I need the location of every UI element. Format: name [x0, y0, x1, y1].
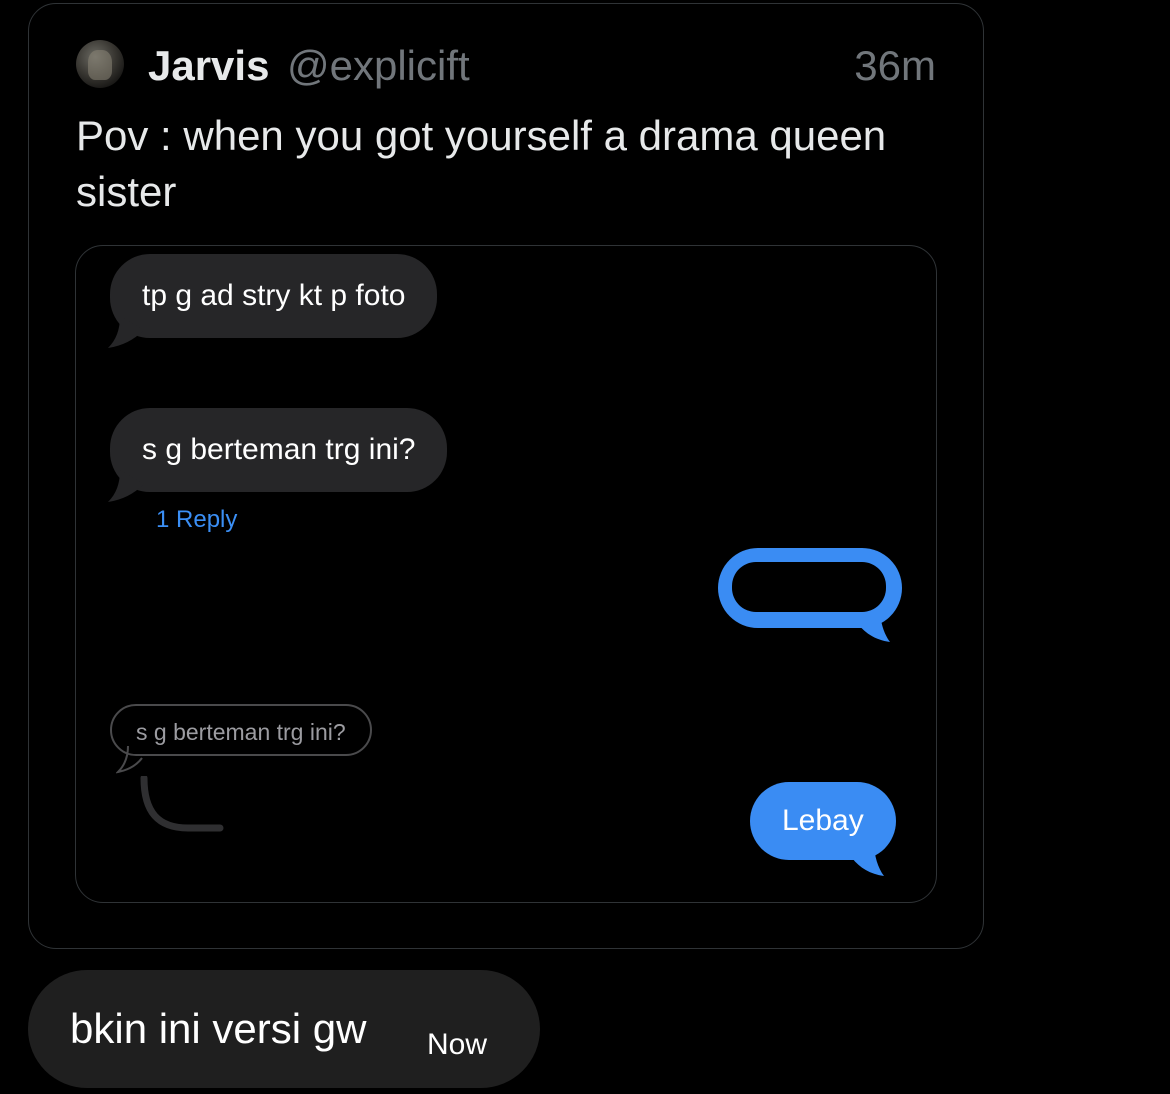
bubble-tail-outgoing: [858, 608, 890, 642]
tweet-media-image[interactable]: tp g ad stry kt p foto s g berteman trg …: [75, 245, 937, 903]
dm-message-time: Now: [427, 1028, 488, 1061]
quoted-tail: [116, 746, 143, 774]
tweet-timestamp: 36m: [854, 42, 936, 89]
tweet-text: Pov : when you got yourself a drama quee…: [76, 112, 887, 215]
message-text: s g berteman trg ini?: [142, 433, 416, 466]
author-handle[interactable]: @explicift: [287, 42, 470, 90]
reply-count-link[interactable]: 1 Reply: [156, 506, 237, 534]
author-name[interactable]: Jarvis: [148, 42, 269, 90]
message-text: tp g ad stry kt p foto: [142, 279, 406, 312]
redaction-mark: [732, 562, 886, 612]
quoted-reply-bubble: s g berteman trg ini?: [110, 704, 372, 756]
bubble-tail-incoming: [108, 316, 144, 348]
message-bubble-incoming: tp g ad stry kt p foto: [110, 254, 438, 338]
bubble-tail-incoming: [108, 470, 144, 502]
dm-message-text: bkin ini versi gw: [70, 1005, 367, 1052]
author-avatar[interactable]: [76, 40, 124, 88]
bubble-tail-outgoing: [852, 842, 884, 876]
reply-thread-connector: [140, 776, 224, 832]
dm-message-bubble[interactable]: bkin ini versi gw Now: [28, 970, 540, 1088]
message-text: Lebay: [782, 804, 864, 837]
message-bubble-incoming: s g berteman trg ini?: [110, 408, 448, 492]
